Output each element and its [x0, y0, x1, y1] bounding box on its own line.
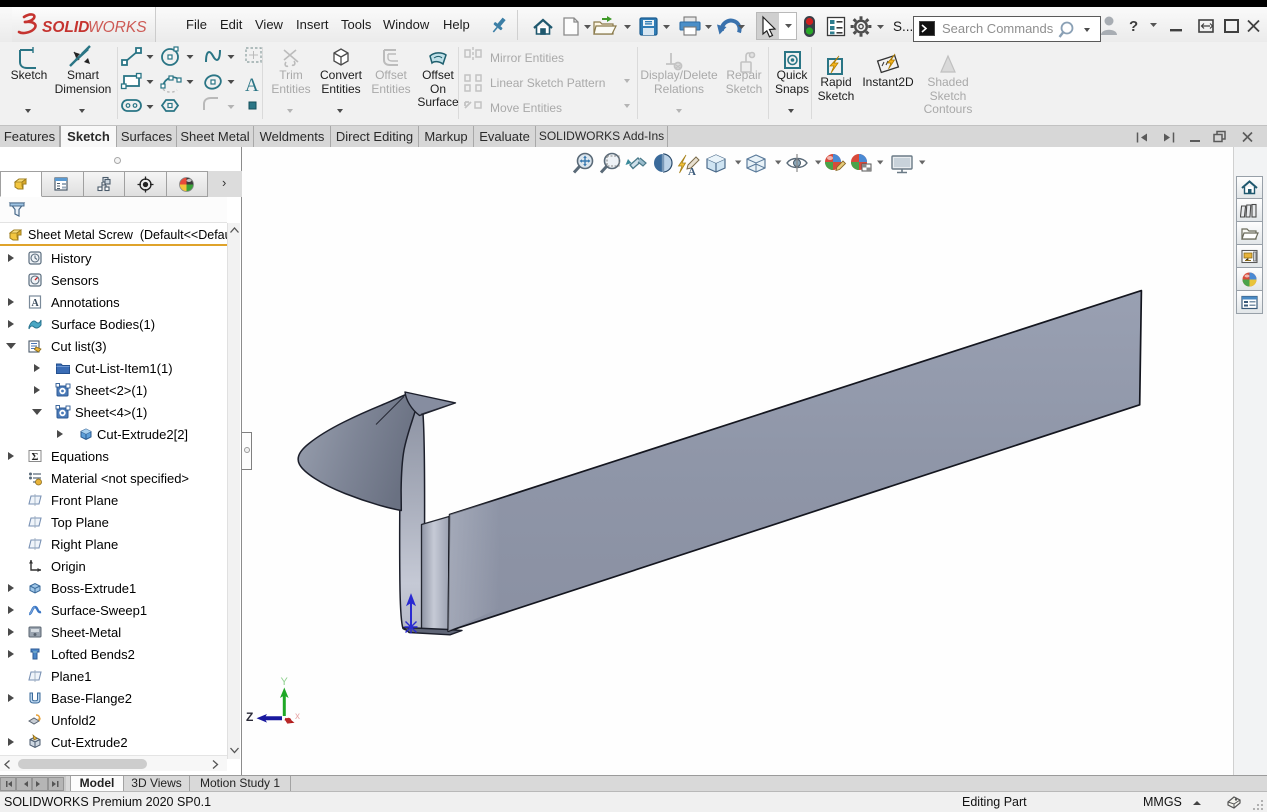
svg-text:S...: S... [893, 19, 913, 34]
svg-text:A: A [688, 166, 696, 178]
svg-text:WORKS: WORKS [88, 19, 147, 36]
svg-text:Z: Z [246, 710, 253, 724]
svg-text:x: x [295, 711, 300, 722]
svg-text:Y: Y [281, 676, 289, 688]
svg-text:A: A [245, 75, 259, 96]
svg-text:?: ? [1129, 18, 1138, 35]
svg-text:SOLID: SOLID [42, 19, 89, 36]
